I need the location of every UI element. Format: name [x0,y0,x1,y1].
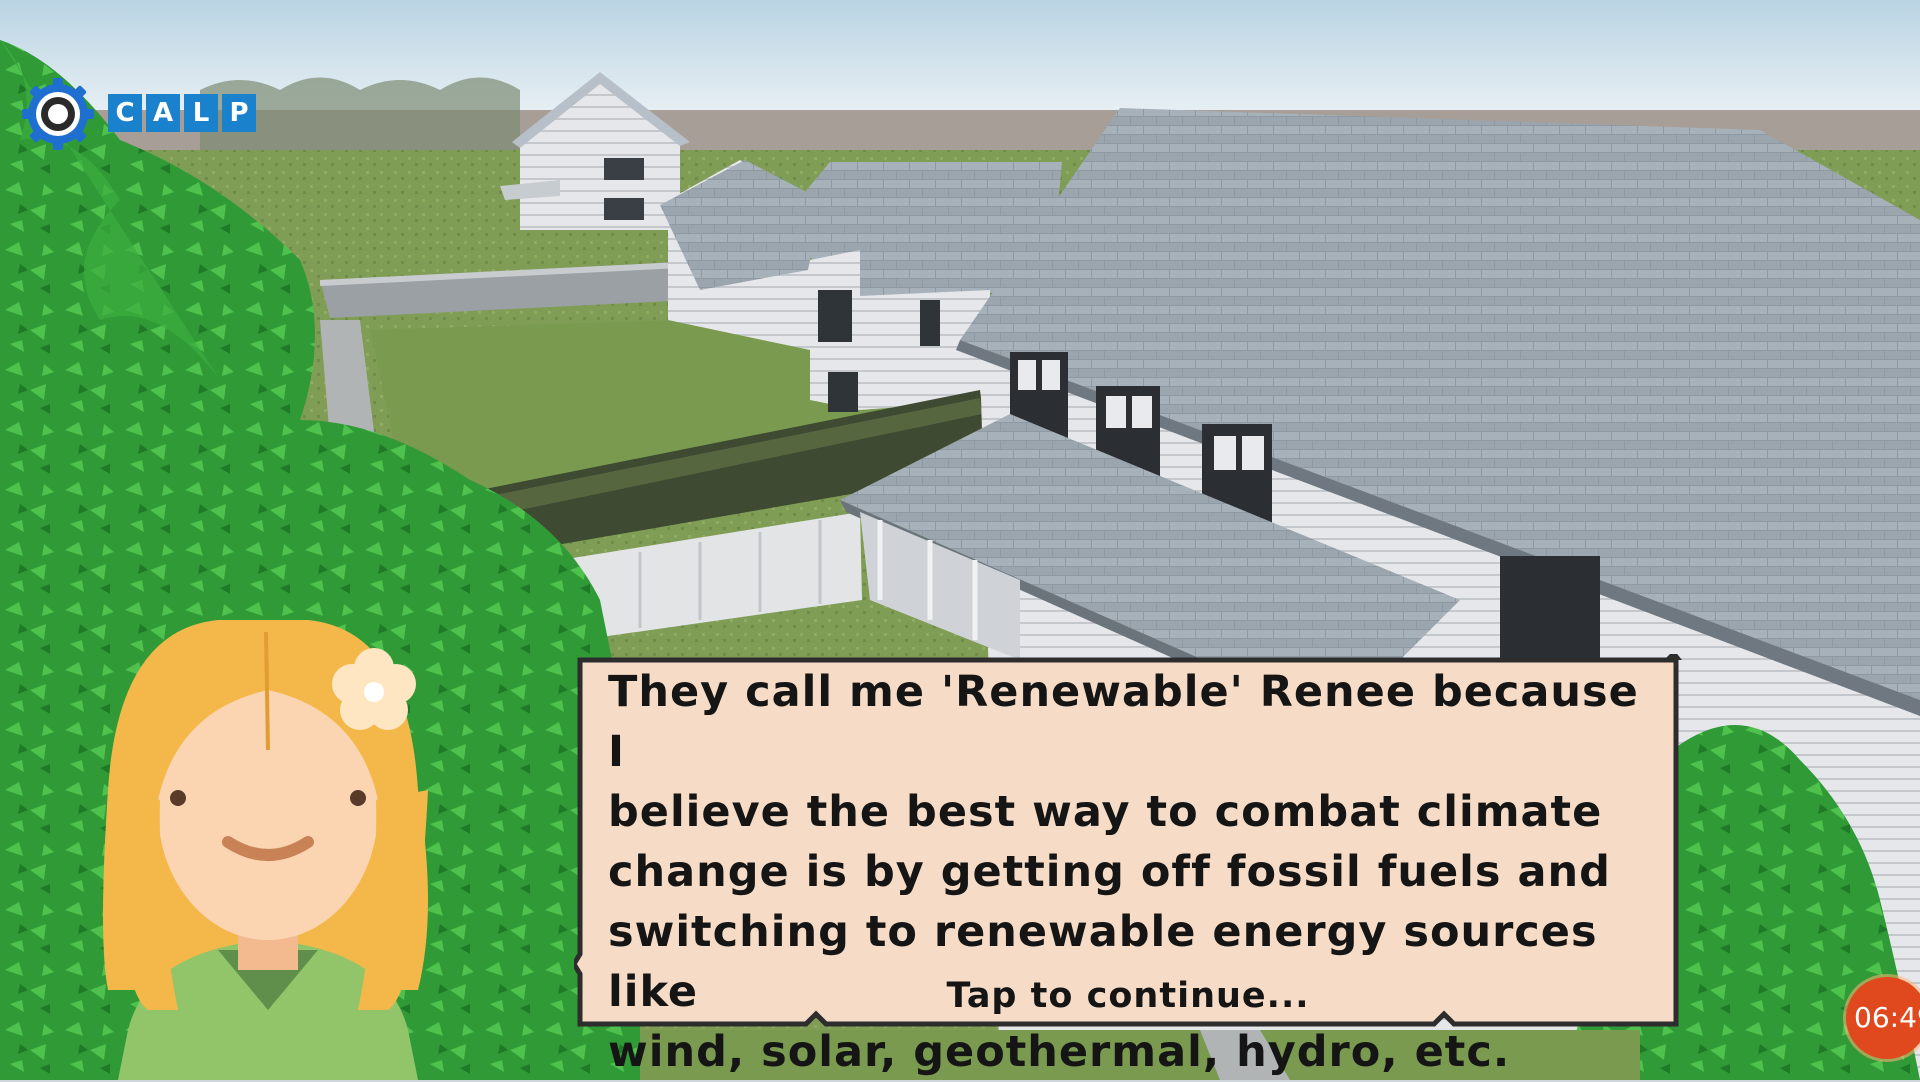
dialog-line: change is by getting off fossil fuels an… [608,847,1611,897]
tap-to-continue-button[interactable]: Tap to continue... [574,976,1682,1016]
logo-letter: L [184,94,218,132]
dialog-line: wind, solar, geothermal, hydro, etc. [608,1027,1511,1077]
timer-text: 06:49 [1854,1001,1920,1034]
timer-badge: 06:49 [1846,977,1920,1059]
dialog-line: They call me 'Renewable' Renee because I [608,667,1639,777]
logo-letter: C [108,94,142,132]
renee-avatar-icon [103,620,428,1080]
gear-icon[interactable] [20,76,96,152]
logo-letter: P [222,94,256,132]
dialog-line: believe the best way to combat climate [608,787,1603,837]
dialog-text: They call me 'Renewable' Renee because I… [608,662,1668,1082]
calp-logo[interactable]: C A L P [108,94,256,132]
logo-letter: A [146,94,180,132]
